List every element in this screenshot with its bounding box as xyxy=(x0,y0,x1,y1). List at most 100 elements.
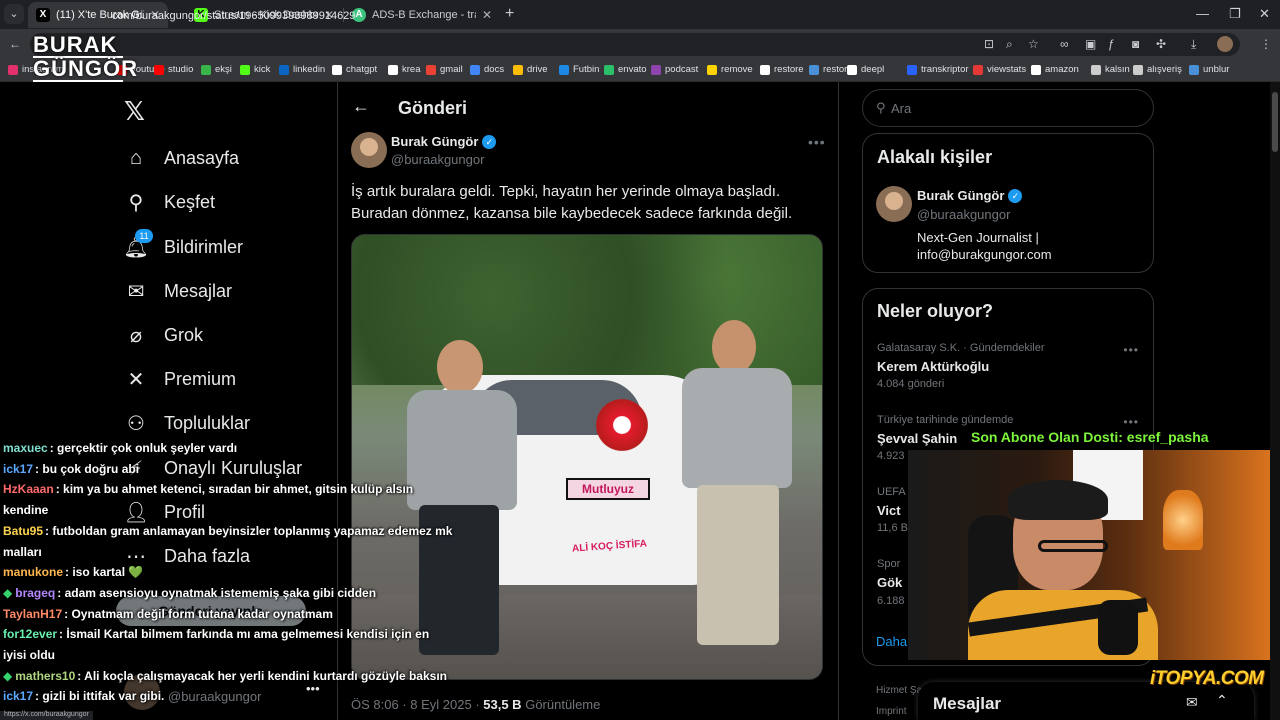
nav-notifications[interactable]: 🔔︎ 11 Bildirimler xyxy=(123,229,243,259)
related-handle[interactable]: @buraakgungor xyxy=(917,207,1010,222)
bookmark-item[interactable]: Futbin xyxy=(559,64,599,75)
new-tab-plus-icon[interactable]: + xyxy=(505,5,514,23)
bookmark-label: kick xyxy=(254,64,271,75)
expand-up-icon[interactable]: ⌃ xyxy=(1216,692,1228,709)
webcam-streamer-hair xyxy=(1008,480,1108,520)
show-more-link[interactable]: Daha xyxy=(876,634,907,649)
author-name[interactable]: Burak Güngör ✓ xyxy=(391,134,497,149)
chat-username[interactable]: TaylanH17 xyxy=(3,607,62,621)
bookmark-label: krea xyxy=(402,64,421,75)
trend-name[interactable]: Gök xyxy=(877,575,902,590)
page-scrollbar[interactable] xyxy=(1270,82,1280,720)
nav-messages[interactable]: ✉ Mesajlar xyxy=(124,279,232,303)
extension-square-icon[interactable]: ▣ xyxy=(1085,37,1096,51)
bookmark-item[interactable]: drive xyxy=(513,64,548,75)
back-arrow-icon[interactable]: ← xyxy=(352,96,370,117)
browser-menu-icon[interactable]: ⋮ xyxy=(1260,37,1272,51)
nav-home[interactable]: ⌂ Anasayfa xyxy=(124,146,239,170)
new-message-icon[interactable]: ✉ xyxy=(1186,694,1198,711)
webcam-microphone xyxy=(1098,600,1138,655)
chat-message: ick17: gizli bi ittifak var gibi. xyxy=(3,686,164,706)
trend-more-icon[interactable]: ••• xyxy=(1123,415,1139,429)
search-input[interactable]: ⚲ Ara xyxy=(862,89,1154,127)
nav-verified-orgs[interactable]: ⚡ Onaylı Kuruluşlar xyxy=(124,456,302,480)
account-handle[interactable]: @buraakgungor xyxy=(168,689,261,704)
bookmark-item[interactable]: kalsın xyxy=(1091,64,1130,75)
bookmark-item[interactable]: kick xyxy=(240,64,270,75)
related-name[interactable]: Burak Güngör ✓ xyxy=(917,188,1023,203)
extension-glasses-icon[interactable]: ∞ xyxy=(1060,37,1069,51)
profile-avatar-icon[interactable] xyxy=(1217,36,1233,52)
bookmark-star-icon[interactable]: ☆ xyxy=(1028,37,1039,51)
bookmark-item[interactable]: gmail xyxy=(426,64,463,75)
back-icon[interactable]: ← xyxy=(9,37,21,51)
chat-username[interactable]: for12ever xyxy=(3,627,57,641)
author-handle[interactable]: @buraakgungor xyxy=(391,152,484,167)
chat-username[interactable]: maxuec xyxy=(3,441,48,455)
close-tab-icon[interactable]: ✕ xyxy=(482,8,492,22)
minimize-icon[interactable]: — xyxy=(1196,6,1209,21)
bookmark-item[interactable]: ekşi xyxy=(201,64,232,75)
extension-camera-icon[interactable]: ◙ xyxy=(1132,37,1139,51)
chat-username[interactable]: ick17 xyxy=(3,689,33,703)
tab-adsb-exchange[interactable]: A ADS-B Exchange - track aircraft ✕ xyxy=(344,2,500,28)
chat-username[interactable]: brageq xyxy=(15,586,55,600)
bookmark-item[interactable]: krea xyxy=(388,64,420,75)
bookmark-item[interactable]: linkedin xyxy=(279,64,325,75)
bookmark-item[interactable]: envato xyxy=(604,64,647,75)
bookmark-label: amazon xyxy=(1045,64,1079,75)
install-app-icon[interactable]: ⊡ xyxy=(984,37,994,51)
trend-name[interactable]: Şevval Şahin xyxy=(877,431,957,446)
nav-label: Onaylı Kuruluşlar xyxy=(164,457,303,478)
related-avatar[interactable] xyxy=(876,186,912,222)
bookmark-favicon-icon xyxy=(559,64,569,75)
scrollbar-thumb[interactable] xyxy=(1272,92,1278,152)
chat-username[interactable]: ick17 xyxy=(3,462,33,476)
bookmark-item[interactable]: chatgpt xyxy=(332,64,377,75)
nav-grok[interactable]: ⌀ Grok xyxy=(124,323,203,347)
tab-search-chevron-icon[interactable]: ⌄ xyxy=(4,4,24,24)
trend-more-icon[interactable]: ••• xyxy=(1123,343,1139,357)
nav-explore[interactable]: ⚲ Keşfet xyxy=(124,190,215,214)
chat-username[interactable]: manukone xyxy=(3,565,63,579)
bookmark-item[interactable]: transkriptor xyxy=(907,64,969,75)
bookmark-item[interactable]: remove xyxy=(707,64,753,75)
chat-username[interactable]: HzKaaan xyxy=(3,482,54,496)
bookmark-item[interactable]: restore xyxy=(760,64,804,75)
trend-name[interactable]: Vict xyxy=(877,503,901,518)
bookmark-item[interactable]: docs xyxy=(470,64,504,75)
nav-communities[interactable]: ⚇ Topluluklar xyxy=(124,411,250,435)
extension-font-icon[interactable]: ƒ xyxy=(1108,37,1115,51)
post-photo[interactable]: Mutluyuz ALİ KOÇ İSTİFA xyxy=(351,234,823,680)
nav-premium[interactable]: ✕ Premium xyxy=(124,367,236,391)
bookmark-item[interactable]: alışveriş xyxy=(1133,64,1182,75)
post-more-icon[interactable]: ••• xyxy=(808,134,826,150)
trend-name[interactable]: Kerem Aktürkoğlu xyxy=(877,359,989,374)
post-date[interactable]: 8 Eyl 2025 xyxy=(410,697,471,712)
bookmark-item[interactable]: amazon xyxy=(1031,64,1079,75)
address-bar[interactable] xyxy=(30,33,1240,56)
verified-badge-icon: ✓ xyxy=(1008,188,1023,203)
maximize-icon[interactable]: ❐ xyxy=(1229,6,1241,22)
bookmark-item[interactable]: studio xyxy=(154,64,193,75)
bookmark-item[interactable]: viewstats xyxy=(973,64,1026,75)
author-avatar[interactable] xyxy=(351,132,387,168)
post-time[interactable]: ÖS 8:06 xyxy=(351,697,399,712)
chat-message: kendine xyxy=(3,500,48,520)
bookmark-item[interactable]: deepl xyxy=(847,64,884,75)
notification-badge: 11 xyxy=(135,229,153,243)
x-logo-icon[interactable]: 𝕏 xyxy=(124,96,145,127)
zoom-icon[interactable]: ⌕ xyxy=(1006,37,1013,52)
messages-drawer-title: Mesajlar xyxy=(933,694,1002,713)
bookmark-label: chatgpt xyxy=(346,64,378,75)
url-text[interactable]: com/buraakgungor/status/1965099393989914… xyxy=(112,10,355,22)
bookmark-item[interactable]: podcast xyxy=(651,64,698,75)
close-window-icon[interactable]: ✕ xyxy=(1259,6,1270,22)
chat-username[interactable]: Batu95 xyxy=(3,524,43,538)
bookmark-item[interactable]: unblur xyxy=(1189,64,1229,75)
footer-link[interactable]: Imprint xyxy=(876,706,907,717)
extensions-puzzle-icon[interactable]: ✣ xyxy=(1156,37,1166,51)
webcam-overlay xyxy=(908,450,1270,660)
download-icon[interactable]: ⤓ xyxy=(1191,37,1196,52)
chat-username[interactable]: mathers10 xyxy=(15,669,75,683)
